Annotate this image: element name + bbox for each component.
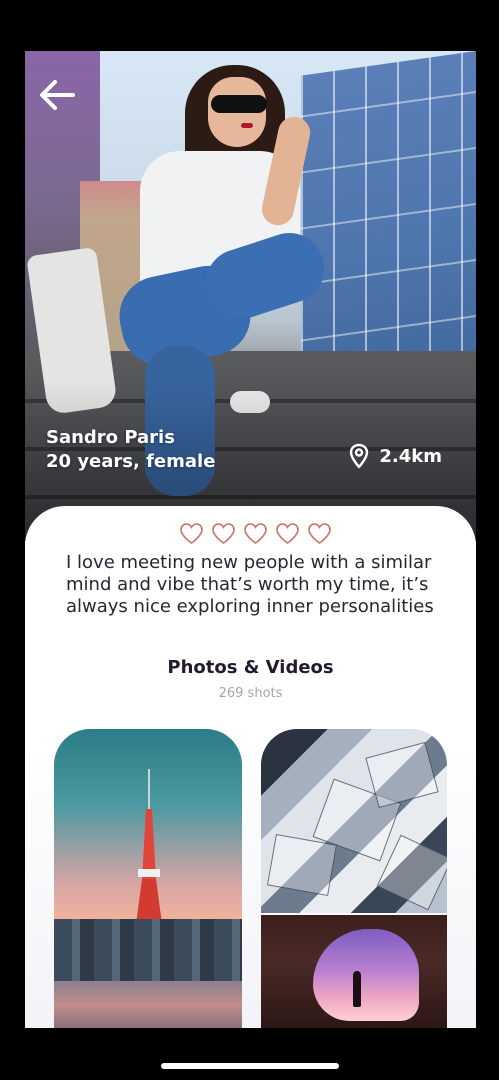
architecture-facet <box>376 834 447 911</box>
profile-screen: Sandro Paris 20 years, female 2.4km I lo… <box>25 51 476 1028</box>
hero-lips <box>241 123 253 128</box>
profile-name: Sandro Paris <box>46 427 175 448</box>
home-indicator[interactable] <box>161 1063 339 1069</box>
distance-value: 2.4km <box>379 445 442 467</box>
gallery-city-buildings <box>54 919 242 989</box>
gallery-photo-cave[interactable] <box>261 915 447 1028</box>
heart-outline-icon[interactable] <box>243 522 268 545</box>
media-count: 269 shots <box>218 686 283 701</box>
arrow-left-icon <box>40 80 75 110</box>
heart-outline-icon[interactable] <box>307 522 332 545</box>
profile-age-gender: 20 years, female <box>46 451 216 472</box>
architecture-facet <box>365 741 439 809</box>
profile-details-card: I love meeting new people with a similar… <box>25 506 476 1028</box>
location-pin-icon <box>350 443 369 469</box>
profile-bio: I love meeting new people with a similar… <box>66 552 434 617</box>
heart-outline-icon[interactable] <box>275 522 300 545</box>
heart-outline-icon[interactable] <box>211 522 236 545</box>
hero-sunglasses <box>211 95 267 113</box>
gallery-photo-architecture[interactable] <box>261 729 447 913</box>
distance-indicator: 2.4km <box>348 443 442 469</box>
gallery-street <box>54 981 242 1028</box>
heart-rating <box>179 522 332 545</box>
cave-silhouette <box>353 971 361 1007</box>
heart-outline-icon[interactable] <box>179 522 204 545</box>
cave-opening <box>313 929 419 1021</box>
architecture-facet <box>266 834 338 896</box>
back-button[interactable] <box>37 77 77 113</box>
gallery-photo-tower[interactable] <box>54 729 242 1028</box>
profile-hero-photo: Sandro Paris 20 years, female 2.4km <box>25 51 476 541</box>
media-section-title: Photos & Videos <box>167 657 334 678</box>
